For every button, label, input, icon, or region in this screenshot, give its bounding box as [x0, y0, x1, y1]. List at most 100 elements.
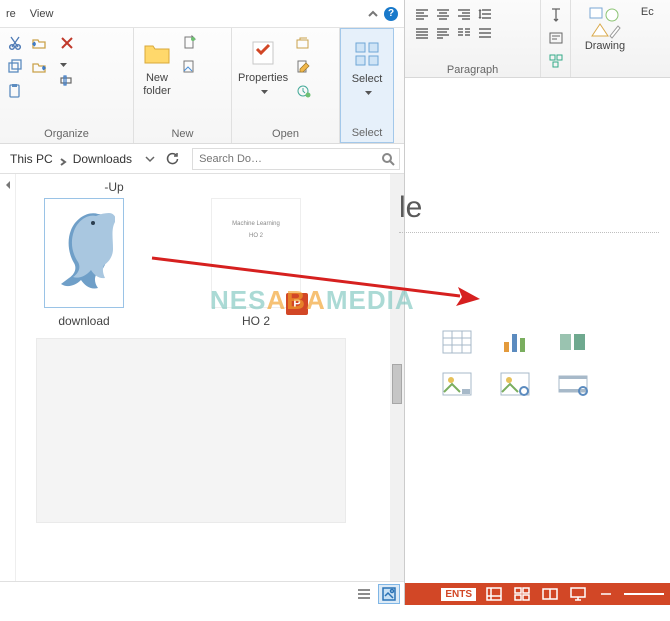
insert-online-picture-icon[interactable]: [493, 368, 537, 400]
details-view-button[interactable]: [353, 584, 375, 604]
breadcrumb-separator-icon[interactable]: [59, 155, 67, 163]
delete-icon[interactable]: [58, 34, 76, 52]
line-spacing-icon[interactable]: [476, 6, 494, 22]
refresh-icon[interactable]: [162, 149, 182, 169]
nav-pane-collapse[interactable]: [0, 174, 16, 581]
slide[interactable]: le: [405, 96, 662, 605]
select-label: Select: [352, 73, 383, 86]
breadcrumb-root[interactable]: This PC: [10, 152, 53, 166]
properties-button[interactable]: Properties: [238, 32, 288, 94]
reading-view-icon[interactable]: [540, 586, 560, 602]
delete-dropdown-icon[interactable]: [60, 58, 67, 65]
new-folder-button[interactable]: New folder: [140, 32, 174, 98]
group-label-open: Open: [238, 126, 333, 142]
breadcrumb-folder[interactable]: Downloads: [73, 152, 132, 166]
group-label-organize: Organize: [6, 126, 127, 142]
search-box[interactable]: [192, 148, 400, 170]
slideshow-icon[interactable]: [568, 586, 588, 602]
align-right-icon[interactable]: [455, 6, 473, 22]
paragraph-extras: [541, 0, 571, 77]
scrollbar[interactable]: [390, 174, 404, 581]
slide-sorter-icon[interactable]: [512, 586, 532, 602]
up-folder[interactable]: -Up: [54, 180, 174, 194]
file-list[interactable]: -Up download Machine Learning HO 2 P HO: [16, 174, 390, 581]
shapes-gallery-icon[interactable]: [585, 6, 625, 40]
properties-dropdown-icon[interactable]: [261, 87, 268, 94]
normal-view-icon[interactable]: [484, 586, 504, 602]
text-direction-vert-icon[interactable]: [547, 6, 565, 24]
address-history-icon[interactable]: [142, 149, 158, 169]
group-label-paragraph: Paragraph: [413, 62, 532, 76]
scroll-thumb[interactable]: [392, 364, 402, 404]
distribute-icon[interactable]: [434, 25, 452, 41]
ribbon-group-select: Select Select: [340, 28, 394, 143]
ppt-status-bar: ENTS: [405, 583, 670, 605]
columns-icon[interactable]: [455, 25, 473, 41]
search-input[interactable]: [197, 152, 381, 166]
file-thumbnail: Machine Learning HO 2 P: [211, 198, 301, 308]
comments-button[interactable]: ENTS: [441, 588, 476, 601]
large-icons-view-button[interactable]: [378, 584, 400, 604]
ppt-ribbon: Paragraph Drawing Ec: [405, 0, 670, 78]
ribbon-group-drawing: Drawing: [571, 0, 639, 77]
ribbon-group-editing: Ec: [639, 0, 670, 77]
explorer-status-bar: [0, 581, 404, 605]
file-item-ho2[interactable]: Machine Learning HO 2 P HO 2: [196, 198, 316, 328]
select-button[interactable]: Select: [347, 33, 387, 95]
file-name: HO 2: [242, 314, 270, 328]
slide-canvas[interactable]: le: [405, 96, 662, 605]
group-label-new: New: [140, 126, 225, 142]
insert-smartart-icon[interactable]: [551, 326, 595, 358]
ribbon-group-new: New folder New: [134, 28, 232, 143]
rename-icon[interactable]: [58, 71, 76, 89]
ribbon-group-open: Properties Open: [232, 28, 340, 143]
file-list-area: -Up download Machine Learning HO 2 P HO: [0, 174, 404, 581]
select-dropdown-icon[interactable]: [365, 88, 372, 95]
align-justify-icon[interactable]: [413, 25, 431, 41]
insert-chart-icon[interactable]: [493, 326, 537, 358]
slide-title-fragment: le: [399, 191, 422, 225]
new-item-icon[interactable]: [180, 34, 198, 52]
group-label-editing: Ec: [641, 6, 654, 18]
group-label-drawing: Drawing: [585, 40, 625, 52]
history-icon[interactable]: [294, 82, 312, 100]
move-to-icon[interactable]: [30, 34, 48, 52]
search-icon: [381, 152, 395, 166]
edit-icon[interactable]: [294, 58, 312, 76]
align-text-icon[interactable]: [547, 29, 565, 47]
paste-shortcut-icon[interactable]: [6, 82, 24, 100]
address-bar: This PC Downloads: [0, 144, 404, 174]
help-icon[interactable]: ?: [384, 7, 398, 21]
explorer-ribbon: Organize New folder New Properti: [0, 28, 404, 144]
breadcrumb[interactable]: This PC Downloads: [4, 152, 138, 166]
powerpoint-badge-icon: P: [286, 293, 308, 315]
thumb-slide-title: Machine Learning: [232, 221, 280, 227]
zoom-slider[interactable]: [624, 593, 664, 595]
ribbon-group-organize: Organize: [0, 28, 134, 143]
align-left-icon[interactable]: [413, 6, 431, 22]
ribbon-group-paragraph: Paragraph: [405, 0, 541, 77]
select-icon: [350, 37, 384, 71]
insert-video-icon[interactable]: [551, 368, 595, 400]
group-label-select: Select: [347, 125, 387, 141]
folder-icon: [140, 36, 174, 70]
easy-access-icon[interactable]: [180, 58, 198, 76]
content-placeholder[interactable]: [435, 326, 595, 400]
zoom-out-icon[interactable]: [596, 586, 616, 602]
minimize-ribbon-icon[interactable]: [368, 9, 378, 19]
file-name: download: [58, 314, 109, 328]
open-icon[interactable]: [294, 34, 312, 52]
tab-share[interactable]: re: [6, 8, 16, 20]
text-direction-icon[interactable]: [476, 25, 494, 41]
file-item-download[interactable]: download: [24, 198, 144, 328]
align-center-icon[interactable]: [434, 6, 452, 22]
convert-smartart-icon[interactable]: [547, 52, 565, 70]
powerpoint-window: Paragraph Drawing Ec le: [405, 0, 670, 605]
copy-to-icon[interactable]: [30, 58, 48, 76]
cut-icon[interactable]: [6, 34, 24, 52]
insert-table-icon[interactable]: [435, 326, 479, 358]
tab-view[interactable]: View: [30, 8, 54, 20]
properties-label: Properties: [238, 72, 288, 85]
insert-picture-icon[interactable]: [435, 368, 479, 400]
copy-path-icon[interactable]: [6, 58, 24, 76]
